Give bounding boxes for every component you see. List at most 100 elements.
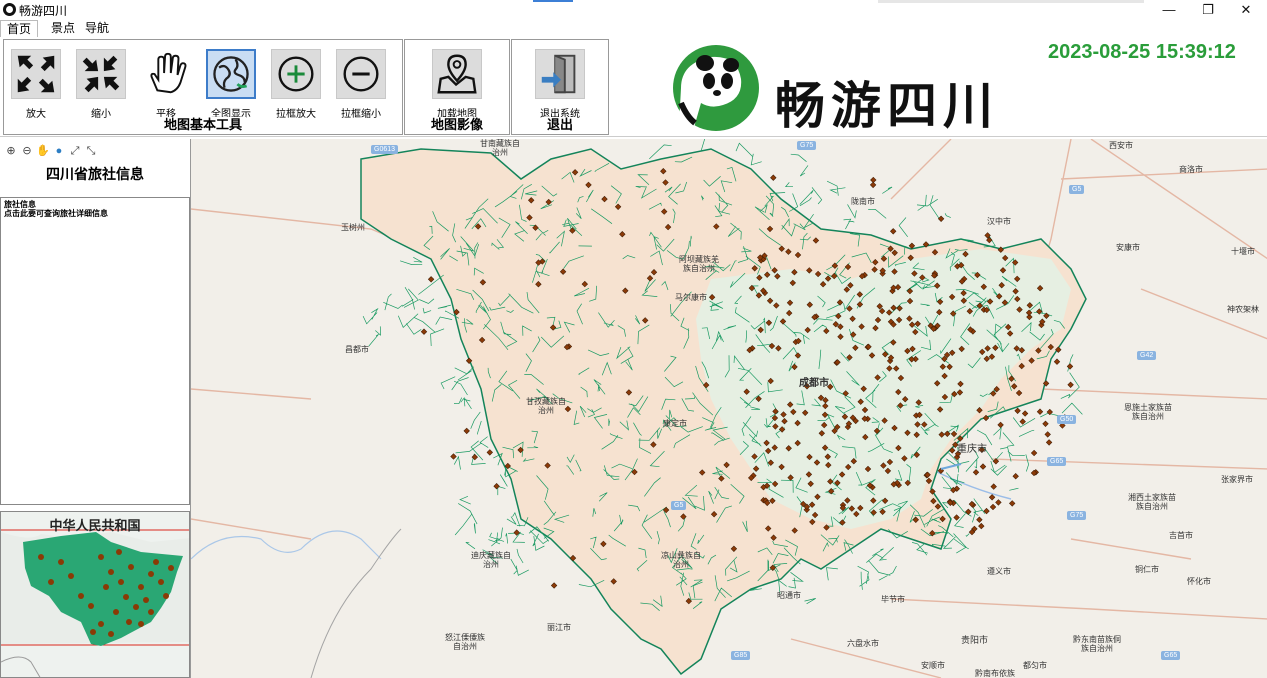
label-ganzi: 甘孜藏族自治州 <box>526 397 566 415</box>
hostel-point[interactable] <box>770 174 777 181</box>
hostel-point[interactable] <box>1066 363 1074 370</box>
minus-circle-icon <box>336 49 386 99</box>
zoom-out-small-icon[interactable]: ⊖ <box>20 144 34 158</box>
hostel-point[interactable] <box>1036 408 1044 415</box>
hostel-point[interactable] <box>1019 418 1026 425</box>
tab-scenic[interactable]: 景点 <box>45 20 81 37</box>
label-qiandongnan: 黔东南苗族侗族自治州 <box>1073 635 1121 653</box>
hostel-point[interactable] <box>965 508 972 515</box>
box-zoom-out-tool[interactable]: 拉框缩小 <box>331 49 391 120</box>
group-basic-tools: 放大 缩小 平移 全图显示 拉框放大 拉框缩小 地图基本工具 <box>3 39 403 135</box>
group-imagery-label: 地图影像 <box>405 114 509 133</box>
hostel-point[interactable] <box>1009 500 1016 507</box>
title-bar: 畅游四川 — ❐ ✕ <box>0 0 1267 19</box>
label-shiyan: 十堰市 <box>1231 247 1255 256</box>
hostel-point[interactable] <box>1067 381 1074 388</box>
hostel-point[interactable] <box>1014 407 1021 414</box>
pan-tool[interactable]: 平移 <box>136 49 196 120</box>
hostel-point[interactable] <box>890 228 897 235</box>
clock: 2023-08-25 15:39:12 <box>1048 41 1236 63</box>
pan-small-icon[interactable]: ✋ <box>36 144 50 158</box>
ribbon: 放大 缩小 平移 全图显示 拉框放大 拉框缩小 地图基本工具 加载地图 地图影像… <box>0 37 1267 137</box>
label-gannan: 甘南藏族自治州 <box>480 139 520 157</box>
label-xiangxi: 湘西土家族苗族自治州 <box>1128 493 1176 511</box>
hostel-point[interactable] <box>978 522 985 530</box>
minimize-button[interactable]: — <box>1149 0 1189 19</box>
label-zhaotong: 昭通市 <box>777 591 801 600</box>
map-pin-icon <box>432 49 482 99</box>
zoom-in-small-icon[interactable]: ⊕ <box>4 144 18 158</box>
label-bijie: 毕节市 <box>881 595 905 604</box>
label-duyun: 都匀市 <box>1023 661 1047 670</box>
close-button[interactable]: ✕ <box>1226 0 1266 19</box>
box-zoom-in-tool[interactable]: 拉框放大 <box>266 49 326 120</box>
hostel-info-box[interactable]: 旅社信息 点击此要可查询旅社详细信息 <box>0 197 190 505</box>
hostel-point[interactable] <box>463 427 470 435</box>
hostel-point[interactable] <box>1042 420 1049 427</box>
hostel-point[interactable] <box>427 276 435 283</box>
hand-icon <box>141 49 191 99</box>
left-panel: ⊕ ⊖ ✋ ● ⤢ ⤡ 四川省旅社信息 旅社信息 点击此要可查询旅社详细信息 中华人民共和… <box>0 139 190 678</box>
app-icon <box>3 3 16 16</box>
hostel-point[interactable] <box>995 499 1002 506</box>
hostel-point[interactable] <box>550 582 558 589</box>
expand-small-icon[interactable]: ⤢ <box>68 144 82 158</box>
road-shield: G5 <box>671 501 687 510</box>
load-map-tool[interactable]: 加载地图 <box>427 49 487 120</box>
group-exit-label: 退出 <box>512 114 608 133</box>
hostel-point[interactable] <box>1044 431 1051 438</box>
hostel-point[interactable] <box>989 503 997 511</box>
label-kangding: 康定市 <box>663 419 687 428</box>
hostel-point[interactable] <box>990 483 997 490</box>
full-extent-tool[interactable]: 全图显示 <box>201 49 261 120</box>
hostel-point[interactable] <box>493 483 500 490</box>
label-anshun: 安顺市 <box>921 661 945 670</box>
titlebar-accent <box>533 0 573 2</box>
label-huaihua: 怀化市 <box>1187 577 1211 586</box>
hostel-point[interactable] <box>420 328 428 335</box>
hostel-point[interactable] <box>1045 439 1053 446</box>
label-chongqing: 重庆市 <box>957 444 987 455</box>
hostel-point[interactable] <box>976 516 983 523</box>
road-shield: G42 <box>1137 351 1157 360</box>
overview-map[interactable]: 中华人民共和国 <box>0 511 190 678</box>
collapse-small-icon[interactable]: ⤡ <box>84 144 98 158</box>
label-changdu: 昌都市 <box>345 345 369 354</box>
tab-navigation[interactable]: 导航 <box>79 20 115 37</box>
collapse-arrows-icon <box>76 49 126 99</box>
map-view[interactable]: 西安市 商洛市 陇南市 汉中市 安康市 十堰市 神农架林 玉树州 阿坝藏族羌族自… <box>190 139 1267 678</box>
globe-icon <box>206 49 256 99</box>
label-liupanshui: 六盘水市 <box>847 639 879 648</box>
hostel-point[interactable] <box>937 215 945 222</box>
road-shield: G5 <box>1069 185 1085 194</box>
label-guiyang: 贵阳市 <box>961 635 989 645</box>
exit-system-tool[interactable]: 退出系统 <box>530 49 590 120</box>
hostel-point[interactable] <box>1053 358 1061 365</box>
road-shield: G85 <box>731 651 751 660</box>
tab-home[interactable]: 首页 <box>0 20 39 37</box>
restore-button[interactable]: ❐ <box>1188 0 1228 19</box>
road-shield: G75 <box>1067 511 1087 520</box>
label-nujiang: 怒江傈僳族自治州 <box>445 633 485 651</box>
label-longnan: 陇南市 <box>851 197 875 206</box>
hostel-point[interactable] <box>997 421 1004 429</box>
hostel-point[interactable] <box>450 453 457 460</box>
hostel-point[interactable] <box>972 469 980 476</box>
label-zunyi: 遵义市 <box>987 567 1011 576</box>
hostel-point[interactable] <box>486 449 493 456</box>
label-ankang: 安康市 <box>1116 243 1140 252</box>
group-basic-label: 地图基本工具 <box>4 114 402 133</box>
label-yushu: 玉树州 <box>341 223 365 232</box>
hostel-point[interactable] <box>953 514 960 521</box>
label-enshi: 恩施土家族苗族自治州 <box>1124 403 1172 421</box>
hostel-point[interactable] <box>988 494 996 501</box>
zoom-out-tool[interactable]: 缩小 <box>71 49 131 120</box>
hostel-point[interactable] <box>1012 473 1019 480</box>
hostel-point[interactable] <box>870 176 877 184</box>
hostel-point[interactable] <box>1030 449 1038 457</box>
zoom-in-tool[interactable]: 放大 <box>6 49 66 120</box>
hostel-point[interactable] <box>979 463 987 470</box>
label-chengdu: 成都市 <box>799 378 829 389</box>
hostel-point[interactable] <box>1021 410 1029 417</box>
globe-small-icon[interactable]: ● <box>52 144 66 158</box>
